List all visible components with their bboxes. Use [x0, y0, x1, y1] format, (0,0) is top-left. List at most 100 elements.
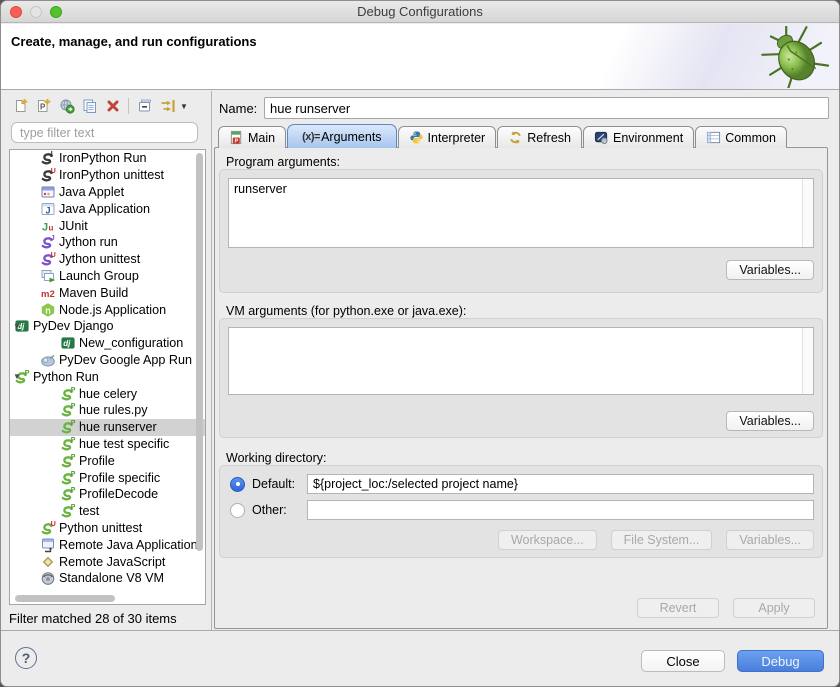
tree-item-java-application[interactable]: JJava Application [10, 200, 205, 217]
tree-item-label: Standalone V8 VM [59, 571, 164, 585]
expand-triangle-icon[interactable]: ▼ [13, 372, 21, 381]
tree-horizontal-scrollbar[interactable] [15, 595, 115, 602]
filter-menu-caret-icon[interactable]: ▼ [180, 102, 188, 111]
window-title: Debug Configurations [1, 4, 839, 19]
tree-item-profiledecode[interactable]: PProfileDecode [10, 486, 205, 503]
java-application-icon: J [40, 201, 56, 217]
new-launch-configuration-button[interactable] [9, 97, 32, 116]
default-directory-field[interactable] [307, 474, 814, 494]
tree-item-label: IronPython Run [59, 151, 147, 165]
common-tab-icon [706, 130, 721, 145]
tree-item-label: test [79, 504, 99, 518]
tree-item-maven-build[interactable]: m2 Maven Build [10, 284, 205, 301]
program-arguments-textarea[interactable]: runserver [228, 178, 814, 248]
python-run-icon: P [60, 503, 76, 519]
tree-item-python-unittest[interactable]: UPython unittest [10, 520, 205, 537]
tab-interpreter[interactable]: Interpreter [398, 126, 497, 148]
tree-item-test[interactable]: Ptest [10, 503, 205, 520]
collapse-all-button[interactable] [133, 97, 156, 116]
tree-item-ironpython-run[interactable]: IIronPython Run [10, 150, 205, 167]
filter-input[interactable] [11, 122, 198, 143]
java-applet-icon [40, 184, 56, 200]
tree-item-hue-test-specific[interactable]: Phue test specific [10, 436, 205, 453]
svg-text:m2: m2 [41, 289, 55, 300]
tree-item-label: Python unittest [59, 521, 142, 535]
svg-text:dj: dj [63, 339, 71, 348]
vm-arguments-variables-button[interactable]: Variables... [726, 411, 814, 431]
expand-triangle-icon[interactable]: ▼ [13, 322, 21, 331]
tree-item-new-configuration[interactable]: djNew_configuration [10, 335, 205, 352]
python-unittest-icon: U [40, 520, 56, 536]
name-input[interactable] [264, 97, 829, 119]
tree-item-label: hue celery [79, 387, 137, 401]
tab-bar: PMain(x)=ArgumentsInterpreterRefresh Envi… [218, 124, 788, 148]
tree-item-label: PyDev Google App Run [59, 353, 192, 367]
filter-launch-configurations-button[interactable] [156, 97, 179, 116]
dialog-footer: ? Close Debug [1, 631, 839, 687]
filter-status: Filter matched 28 of 30 items [9, 611, 177, 626]
tab-label: Environment [613, 131, 683, 145]
tree-item-jython-unittest[interactable]: UJython unittest [10, 251, 205, 268]
close-button[interactable]: Close [641, 650, 725, 672]
tree-item-ironpython-unittest[interactable]: UIronPython unittest [10, 167, 205, 184]
tree-item-remote-javascript[interactable]: Remote JavaScript [10, 553, 205, 570]
textarea-scrollbar[interactable] [802, 179, 813, 247]
default-radio[interactable] [230, 477, 245, 492]
tab-main[interactable]: PMain [218, 126, 286, 148]
interpreter-tab-icon [409, 130, 424, 145]
export-launch-configurations-icon [59, 98, 75, 114]
tree-item-hue-celery[interactable]: Phue celery [10, 385, 205, 402]
tab-refresh[interactable]: Refresh [497, 126, 582, 148]
tree-item-launch-group[interactable]: Launch Group [10, 268, 205, 285]
tree-item-pydev-google-app-run[interactable]: PyDev Google App Run [10, 352, 205, 369]
python-run-icon: P [60, 386, 76, 402]
tree-vertical-scrollbar[interactable] [196, 153, 203, 551]
tree-item-label: Maven Build [59, 286, 128, 300]
textarea-scrollbar[interactable] [802, 328, 813, 394]
tree-item-jython-run[interactable]: JJython run [10, 234, 205, 251]
tree-item-profile-specific[interactable]: PProfile specific [10, 469, 205, 486]
tree-item-hue-rules-py[interactable]: Phue rules.py [10, 402, 205, 419]
tree-item-label: hue rules.py [79, 403, 148, 417]
tree-item-pydev-django[interactable]: ▼djPyDev Django [10, 318, 205, 335]
tree-item-label: Remote JavaScript [59, 555, 165, 569]
program-arguments-label: Program arguments: [226, 155, 340, 169]
tab-arguments[interactable]: (x)=Arguments [287, 124, 396, 148]
export-launch-configurations-button[interactable] [55, 97, 78, 116]
svg-text:J: J [46, 205, 51, 215]
working-directory-label: Working directory: [226, 451, 327, 465]
svg-text:P: P [71, 504, 76, 511]
svg-text:P: P [71, 437, 76, 444]
vm-arguments-group: Variables... [219, 318, 823, 438]
tree-item-label: Jython run [59, 235, 118, 249]
tree-item-label: Jython unittest [59, 252, 140, 266]
debug-bug-icon [759, 26, 831, 88]
tree-item-profile[interactable]: PProfile [10, 452, 205, 469]
tab-common[interactable]: Common [695, 126, 787, 148]
help-button[interactable]: ? [15, 647, 37, 669]
tab-environment[interactable]: Environment [583, 126, 694, 148]
file-system-button: File System... [611, 530, 713, 550]
svg-text:P: P [71, 471, 76, 478]
vm-arguments-textarea[interactable] [228, 327, 814, 395]
new-prototype-button[interactable]: P [32, 97, 55, 116]
main-tab-icon: P [229, 130, 244, 145]
program-arguments-group: runserver Variables... [219, 169, 823, 293]
program-arguments-variables-button[interactable]: Variables... [726, 260, 814, 280]
duplicate-button[interactable] [78, 97, 101, 116]
tree-item-node-js-application[interactable]: nNode.js Application [10, 301, 205, 318]
tree-item-label: Profile specific [79, 471, 160, 485]
tree-item-junit[interactable]: JuJUnit [10, 217, 205, 234]
tree-item-hue-runserver[interactable]: Phue runserver [10, 419, 205, 436]
tree-item-remote-java-application[interactable]: Remote Java Application [10, 536, 205, 553]
tree-item-standalone-v8-vm[interactable]: Standalone V8 VM [10, 570, 205, 587]
tree-item-python-run[interactable]: ▼PPython Run [10, 368, 205, 385]
svg-text:u: u [49, 223, 54, 232]
jython-run-icon: J [40, 234, 56, 250]
tree-item-java-applet[interactable]: Java Applet [10, 184, 205, 201]
other-radio[interactable] [230, 503, 245, 518]
delete-button[interactable] [101, 97, 124, 116]
debug-button[interactable]: Debug [737, 650, 824, 672]
other-directory-field[interactable] [307, 500, 814, 520]
svg-text:U: U [51, 168, 56, 175]
